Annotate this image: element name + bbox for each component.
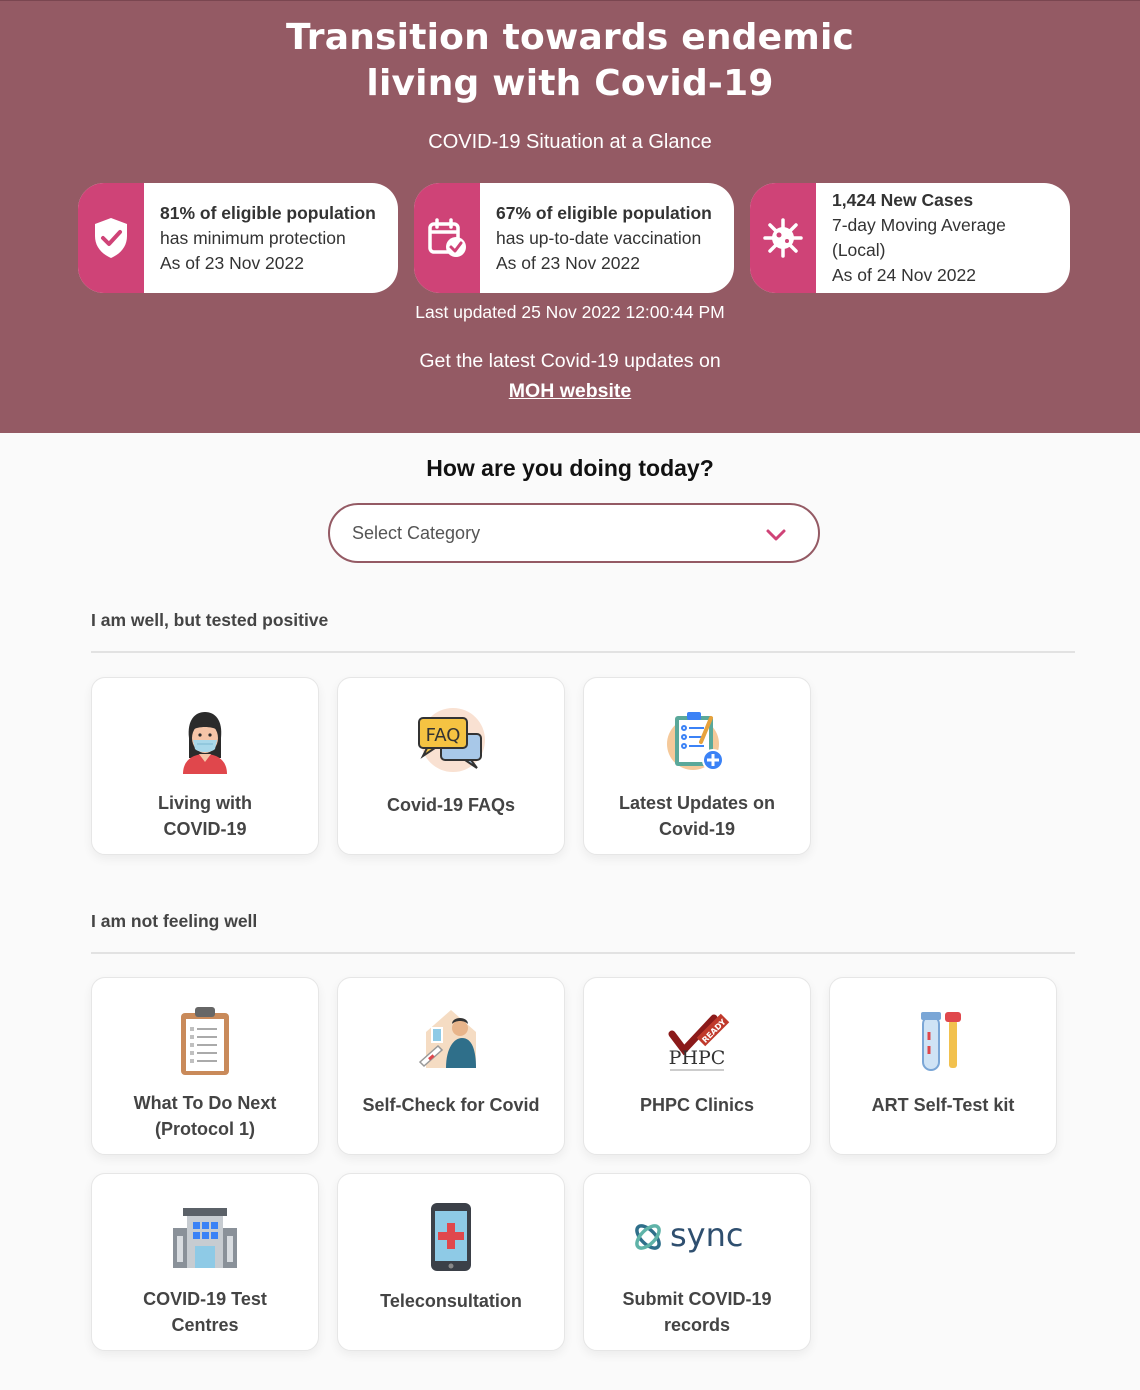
- situation-subtitle: COVID-19 Situation at a Glance: [428, 131, 712, 153]
- section-divider: [91, 952, 1075, 954]
- section-title-not-feeling-well: I am not feeling well: [91, 911, 258, 931]
- woman-mask-icon: [92, 706, 318, 776]
- test-centre-building-icon: [92, 1202, 318, 1272]
- category-select[interactable]: Select Category: [328, 503, 820, 563]
- clipboard-updates-icon: [584, 706, 810, 776]
- virus-icon: [750, 183, 816, 293]
- card-test-centres[interactable]: COVID-19 Test Centres: [91, 1173, 319, 1351]
- chevron-down-icon: [764, 523, 788, 552]
- page-title: Transition towards endemic living with C…: [285, 17, 855, 104]
- category-select-value: Select Category: [352, 523, 481, 543]
- faq-icon: FAQ: [338, 706, 564, 776]
- stat-card-new-cases: 1,424 New Cases 7-day Moving Average (Lo…: [750, 183, 1070, 293]
- svg-text:sync: sync: [670, 1216, 743, 1254]
- svg-text:PHPC: PHPC: [669, 1047, 726, 1069]
- latest-updates-text: Get the latest Covid-19 updates on: [419, 350, 721, 372]
- stat-card-minimum-protection: 81% of eligible population has minimum p…: [78, 183, 398, 293]
- card-art-self-test[interactable]: ART Self-Test kit: [829, 977, 1057, 1155]
- shield-check-icon: [78, 183, 144, 293]
- sync-logo-icon: sync: [584, 1202, 810, 1272]
- section-title-well-positive: I am well, but tested positive: [91, 610, 329, 630]
- card-latest-updates[interactable]: Latest Updates on Covid-19: [583, 677, 811, 855]
- card-what-to-do-next[interactable]: What To Do Next (Protocol 1): [91, 977, 319, 1155]
- card-self-check[interactable]: Self-Check for Covid: [337, 977, 565, 1155]
- card-phpc-clinics[interactable]: READY PHPC PHPC Clinics: [583, 977, 811, 1155]
- svg-text:FAQ: FAQ: [426, 725, 461, 746]
- phpc-logo-icon: READY PHPC: [584, 1006, 810, 1076]
- self-check-icon: [338, 1006, 564, 1076]
- phone-medical-icon: [338, 1202, 564, 1272]
- last-updated-text: Last updated 25 Nov 2022 12:00:44 PM: [415, 302, 725, 322]
- moh-website-link[interactable]: MOH website: [509, 380, 631, 402]
- hero-banner: Transition towards endemic living with C…: [0, 0, 1140, 433]
- question-heading: How are you doing today?: [426, 455, 714, 481]
- card-covid-faqs[interactable]: FAQ Covid-19 FAQs: [337, 677, 565, 855]
- calendar-check-icon: [414, 183, 480, 293]
- card-teleconsultation[interactable]: Teleconsultation: [337, 1173, 565, 1351]
- clipboard-checklist-icon: [92, 1006, 318, 1076]
- card-submit-records[interactable]: sync Submit COVID-19 records: [583, 1173, 811, 1351]
- stat-card-vaccination: 67% of eligible population has up-to-dat…: [414, 183, 734, 293]
- section-divider: [91, 651, 1075, 653]
- card-living-with-covid[interactable]: Living with COVID-19: [91, 677, 319, 855]
- test-tube-icon: [830, 1006, 1056, 1076]
